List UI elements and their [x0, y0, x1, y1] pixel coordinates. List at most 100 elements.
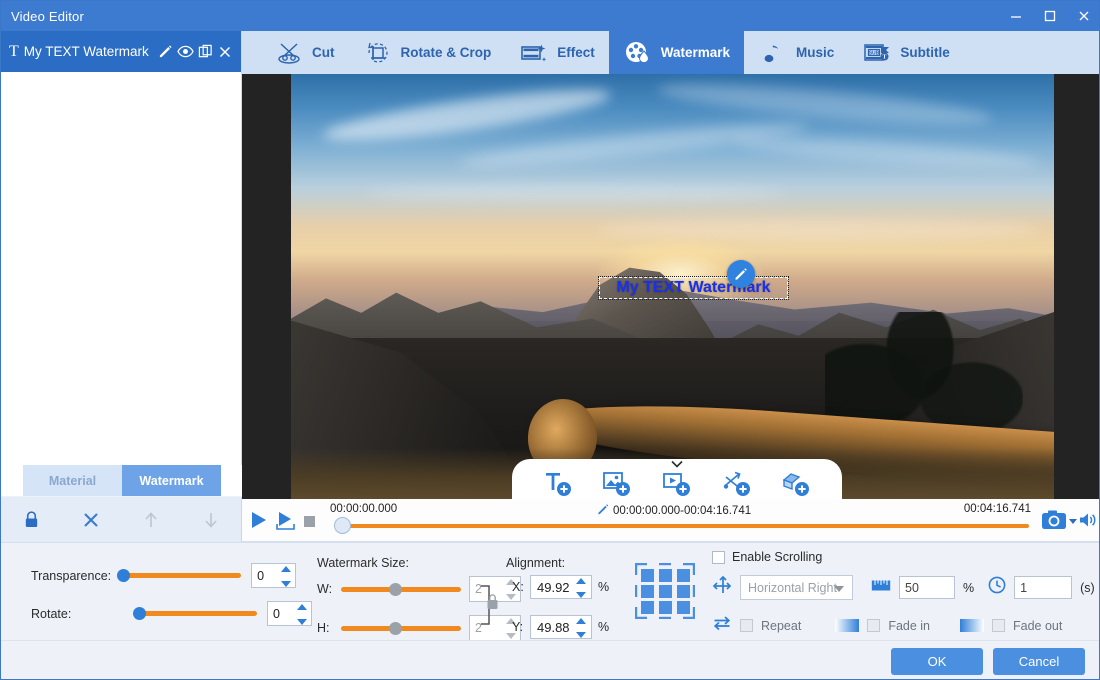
align-cell-middle-right[interactable]: [677, 585, 690, 598]
repeat-icon[interactable]: [712, 614, 732, 637]
height-slider-knob[interactable]: [389, 621, 402, 635]
chevron-down-icon[interactable]: [834, 586, 844, 592]
music-note-icon: [758, 38, 788, 68]
delete-icon[interactable]: [61, 497, 121, 542]
y-label: Y:: [512, 620, 524, 634]
alignment-grid-icon[interactable]: [635, 563, 695, 619]
close-icon[interactable]: [216, 42, 235, 62]
rotate-crop-icon: [363, 38, 393, 68]
rotate-label: Rotate:: [31, 606, 72, 621]
fade-out-swatch: [960, 619, 985, 632]
copy-icon[interactable]: [196, 42, 215, 62]
move-up-icon[interactable]: [121, 497, 181, 542]
add-video-icon[interactable]: [657, 467, 697, 499]
pencil-icon[interactable]: [597, 503, 610, 519]
align-cell-bottom-right[interactable]: [677, 601, 690, 614]
rotate-slider-knob[interactable]: [133, 607, 146, 620]
align-cell-top-right[interactable]: [677, 569, 690, 582]
stop-icon[interactable]: [304, 516, 315, 527]
maximize-icon[interactable]: [1033, 1, 1067, 31]
scissors-icon: [274, 38, 304, 68]
tab-watermark[interactable]: Watermark: [122, 465, 221, 496]
stepper-up-icon[interactable]: [280, 566, 291, 572]
scroll-speed-unit: %: [963, 580, 975, 595]
current-time-label: 00:00:00.000: [330, 503, 398, 515]
enable-scrolling-row[interactable]: Enable Scrolling: [712, 550, 822, 564]
move-down-icon[interactable]: [181, 497, 241, 542]
tab-rotate-crop[interactable]: Rotate & Crop: [349, 31, 506, 74]
caret-down-icon[interactable]: [1069, 519, 1077, 524]
volume-icon[interactable]: [1078, 510, 1098, 535]
add-image-icon[interactable]: [597, 467, 637, 499]
pencil-icon[interactable]: [156, 42, 175, 62]
tab-material[interactable]: Material: [23, 465, 122, 496]
align-cell-bottom-left[interactable]: [641, 601, 654, 614]
video-preview[interactable]: My TEXT Watermark: [242, 74, 1099, 499]
watermark-overlay[interactable]: My TEXT Watermark: [598, 276, 789, 300]
stepper-up-icon[interactable]: [575, 578, 586, 584]
tab-cut[interactable]: Cut: [260, 31, 349, 74]
ok-button[interactable]: OK: [891, 648, 983, 675]
fade-out-checkbox[interactable]: [992, 619, 1006, 632]
rotate-input[interactable]: 0: [267, 601, 312, 626]
scroll-duration-input[interactable]: 1: [1014, 576, 1073, 599]
eye-icon[interactable]: [176, 42, 195, 62]
cloud: [367, 184, 787, 202]
x-stepper[interactable]: [575, 578, 586, 598]
play-icon[interactable]: [249, 510, 269, 535]
video-editor-window: Video Editor T My TEXT Watermark Materia…: [0, 0, 1100, 680]
tab-watermark[interactable]: Watermark: [608, 31, 745, 74]
add-gif-icon[interactable]: [717, 467, 757, 499]
height-slider[interactable]: [341, 621, 461, 635]
fade-in-checkbox[interactable]: [867, 619, 881, 632]
tab-music[interactable]: Music: [744, 31, 848, 74]
width-slider[interactable]: [341, 582, 461, 596]
align-cell-middle-center[interactable]: [659, 585, 672, 598]
transparence-stepper[interactable]: [280, 566, 291, 587]
window-controls: [999, 1, 1099, 31]
transparence-value: 0: [257, 568, 265, 583]
scroll-direction-select[interactable]: Horizontal Right: [740, 575, 853, 600]
chevron-down-icon[interactable]: [670, 460, 684, 470]
align-cell-bottom-center[interactable]: [659, 601, 672, 614]
play-selection-icon[interactable]: [275, 510, 297, 537]
watermark-edit-button[interactable]: [727, 260, 755, 288]
align-cell-top-left[interactable]: [641, 569, 654, 582]
lock-aspect-icon[interactable]: [480, 584, 502, 626]
transparence-input[interactable]: 0: [251, 563, 297, 588]
transparence-slider-knob[interactable]: [117, 569, 131, 582]
timeline-playhead[interactable]: [334, 517, 351, 534]
rotate-stepper[interactable]: [296, 604, 307, 625]
add-shape-icon[interactable]: [776, 467, 816, 499]
stepper-down-icon[interactable]: [575, 592, 586, 598]
width-slider-knob[interactable]: [389, 582, 402, 596]
transparence-slider[interactable]: [117, 569, 242, 582]
enable-scrolling-checkbox[interactable]: [712, 550, 725, 564]
tab-subtitle[interactable]: SUB T Subtitle: [848, 31, 964, 74]
repeat-checkbox[interactable]: [740, 619, 753, 632]
rotate-slider[interactable]: [133, 607, 257, 620]
minimize-icon[interactable]: [999, 1, 1033, 31]
stepper-up-icon[interactable]: [575, 618, 586, 624]
camera-icon[interactable]: [1041, 509, 1067, 536]
y-stepper[interactable]: [575, 618, 586, 638]
add-text-icon[interactable]: [538, 467, 578, 499]
watermark-list-item[interactable]: T My TEXT Watermark: [1, 31, 241, 72]
stepper-down-icon[interactable]: [575, 632, 586, 638]
lock-icon[interactable]: [1, 497, 61, 542]
watermark-size-label: Watermark Size:: [317, 556, 409, 570]
align-cell-middle-left[interactable]: [641, 585, 654, 598]
align-cell-top-center[interactable]: [659, 569, 672, 582]
stepper-down-icon[interactable]: [296, 619, 307, 625]
stepper-up-icon[interactable]: [296, 604, 307, 610]
x-input[interactable]: 49.92: [530, 575, 592, 599]
tab-effect[interactable]: Effect: [505, 31, 609, 74]
stepper-down-icon[interactable]: [280, 581, 291, 587]
scroll-speed-input[interactable]: 50: [899, 576, 955, 599]
close-icon[interactable]: [1067, 1, 1099, 31]
repeat-fade-row: Repeat Fade in Fade out: [712, 614, 1062, 637]
cancel-button[interactable]: Cancel: [993, 648, 1085, 675]
transparence-row: Transparence: 0: [31, 563, 297, 588]
timeline-track[interactable]: [339, 524, 1029, 528]
y-input[interactable]: 49.88: [530, 615, 592, 639]
